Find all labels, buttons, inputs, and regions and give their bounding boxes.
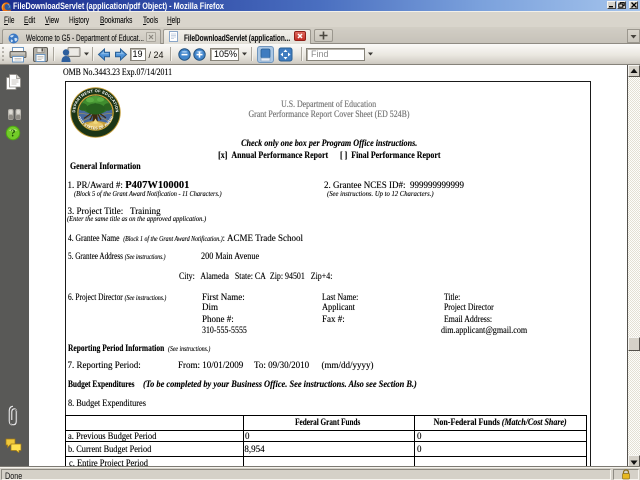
svg-text:?: ? — [11, 129, 16, 140]
